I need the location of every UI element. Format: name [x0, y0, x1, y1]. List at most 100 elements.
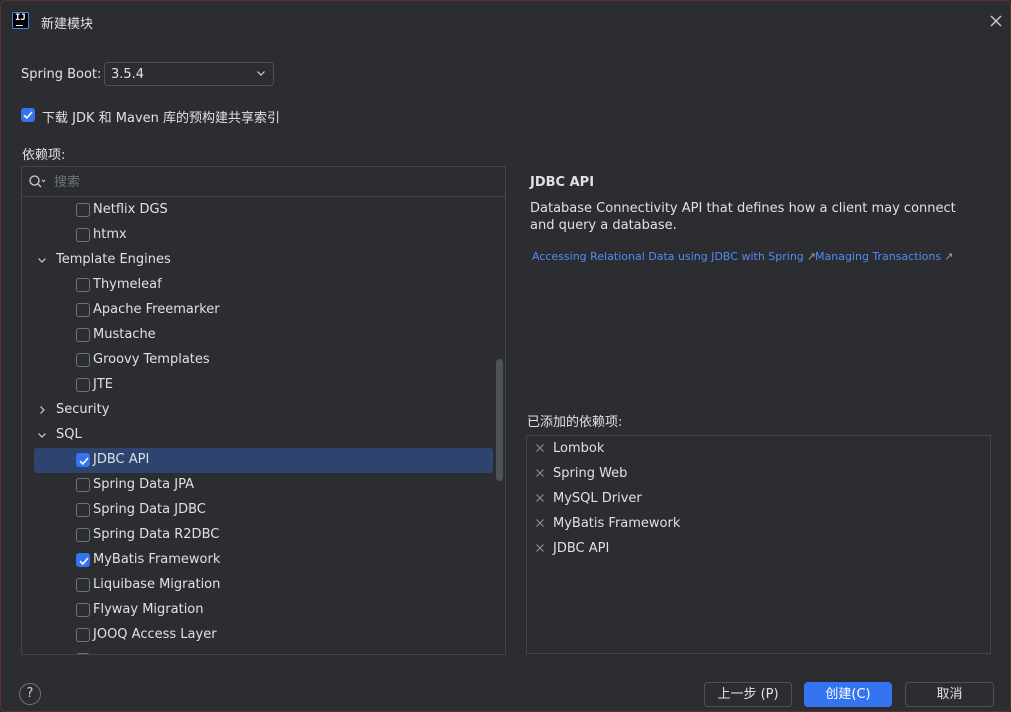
checkbox[interactable]: [76, 578, 90, 592]
tree-group-label: Template Engines: [56, 252, 171, 267]
remove-icon[interactable]: [535, 468, 545, 478]
tree-item-jte[interactable]: JTE: [22, 373, 505, 398]
added-item-mysql-driver: MySQL Driver: [527, 487, 990, 512]
previous-button[interactable]: 上一步 (P): [704, 682, 792, 707]
added-dependencies-list: Lombok Spring Web MySQL Driver MyBatis F…: [526, 435, 991, 654]
download-index-label[interactable]: 下载 JDK 和 Maven 库的预构建共享索引: [42, 107, 280, 126]
close-button[interactable]: [985, 10, 1007, 32]
link-label: Accessing Relational Data using JDBC wit…: [532, 250, 804, 263]
tree-item-label: htmx: [93, 227, 127, 242]
tree-scrollbar-thumb[interactable]: [496, 359, 503, 481]
search-icon[interactable]: [28, 174, 46, 190]
tree-item-label: MyBatis Framework: [93, 552, 221, 567]
tree-item-spring-data-jpa[interactable]: Spring Data JPA: [22, 473, 505, 498]
checkbox[interactable]: [76, 353, 90, 367]
checkbox[interactable]: [76, 528, 90, 542]
checkbox[interactable]: [76, 503, 90, 517]
added-item-label: MyBatis Framework: [553, 516, 681, 531]
tree-item-label: Liquibase Migration: [93, 577, 221, 592]
checkbox[interactable]: [76, 203, 90, 217]
added-item-lombok: Lombok: [527, 437, 990, 462]
help-button[interactable]: ?: [19, 683, 41, 705]
checkbox[interactable]: [76, 328, 90, 342]
checkbox[interactable]: [76, 453, 90, 467]
cancel-button[interactable]: 取消: [905, 682, 994, 707]
tree-group-template-engines[interactable]: Template Engines: [22, 248, 505, 273]
dependencies-tree: Netflix DGS htmx Template Engines Thymel…: [22, 198, 505, 654]
checkbox[interactable]: [76, 628, 90, 642]
tree-item-flyway-migration[interactable]: Flyway Migration: [22, 598, 505, 623]
added-item-mybatis-framework: MyBatis Framework: [527, 512, 990, 537]
download-index-checkbox[interactable]: [21, 108, 35, 122]
checkbox[interactable]: [76, 553, 90, 567]
app-icon-text: IJ: [15, 13, 26, 23]
added-dependencies-label: 已添加的依赖项:: [527, 415, 623, 430]
tree-item-mybatis-framework[interactable]: MyBatis Framework: [22, 548, 505, 573]
checkmark-icon: [79, 557, 89, 566]
tree-item-netflix-dgs[interactable]: Netflix DGS: [22, 198, 505, 223]
tree-item-htmx[interactable]: htmx: [22, 223, 505, 248]
dependency-search-input[interactable]: [54, 172, 494, 192]
tree-item-label: JDBC API: [93, 452, 150, 467]
tree-item-label: JTE: [93, 377, 113, 392]
tree-item-label: JOOQ Access Layer: [93, 627, 217, 642]
link-accessing-relational-data[interactable]: Accessing Relational Data using JDBC wit…: [532, 250, 816, 263]
link-label: Managing Transactions: [815, 250, 942, 263]
added-item-spring-web: Spring Web: [527, 462, 990, 487]
create-button[interactable]: 创建(C): [804, 682, 892, 707]
tree-group-security[interactable]: Security: [22, 398, 505, 423]
tree-item-label: Spring Data JPA: [93, 477, 194, 492]
dependencies-label: 依赖项:: [22, 148, 66, 163]
checkbox[interactable]: [76, 278, 90, 292]
tree-item-jooq-access-layer[interactable]: JOOQ Access Layer: [22, 623, 505, 648]
search-row: [22, 167, 505, 197]
tree-item-apache-freemarker[interactable]: Apache Freemarker: [22, 298, 505, 323]
checkmark-icon: [23, 111, 33, 120]
tree-group-label: SQL: [56, 427, 82, 442]
tree-item-groovy-templates[interactable]: Groovy Templates: [22, 348, 505, 373]
chevron-down-icon[interactable]: [36, 429, 48, 441]
dialog-title: 新建模块: [41, 17, 94, 32]
detail-description: Database Connectivity API that defines h…: [530, 201, 956, 233]
tree-item-spring-data-r2dbc[interactable]: Spring Data R2DBC: [22, 523, 505, 548]
tree-item-partial[interactable]: [22, 648, 505, 654]
chevron-right-icon[interactable]: [36, 404, 48, 416]
remove-icon[interactable]: [535, 518, 545, 528]
remove-icon[interactable]: [535, 493, 545, 503]
added-item-label: JDBC API: [553, 541, 610, 556]
dependencies-tree-panel: Netflix DGS htmx Template Engines Thymel…: [21, 166, 506, 655]
checkmark-icon: [79, 457, 89, 466]
tree-item-spring-data-jdbc[interactable]: Spring Data JDBC: [22, 498, 505, 523]
tree-group-sql[interactable]: SQL: [22, 423, 505, 448]
checkbox[interactable]: [76, 228, 90, 242]
spring-boot-label: Spring Boot:: [21, 67, 102, 82]
tree-item-liquibase-migration[interactable]: Liquibase Migration: [22, 573, 505, 598]
checkbox[interactable]: [76, 603, 90, 617]
added-item-label: Lombok: [553, 441, 605, 456]
checkbox[interactable]: [76, 378, 90, 392]
link-managing-transactions[interactable]: Managing Transactions ↗: [815, 250, 953, 263]
tree-item-label: Mustache: [93, 327, 156, 342]
remove-icon[interactable]: [535, 543, 545, 553]
tree-item-label: Netflix DGS: [93, 202, 168, 217]
tree-item-jdbc-api[interactable]: JDBC API: [34, 448, 493, 473]
detail-title: JDBC API: [530, 175, 595, 190]
close-icon: [990, 15, 1002, 27]
tree-item-thymeleaf[interactable]: Thymeleaf: [22, 273, 505, 298]
external-link-icon: ↗: [944, 250, 954, 263]
tree-item-label: Spring Data R2DBC: [93, 527, 220, 542]
added-item-label: MySQL Driver: [553, 491, 642, 506]
spring-boot-version-select[interactable]: 3.5.4: [104, 62, 274, 86]
checkbox[interactable]: [76, 478, 90, 492]
chevron-down-icon: [257, 71, 265, 76]
tree-item-label: Thymeleaf: [93, 277, 162, 292]
title-bar: IJ 新建模块: [1, 1, 1010, 41]
spring-boot-version-value: 3.5.4: [111, 67, 145, 82]
checkbox[interactable]: [76, 303, 90, 317]
checkbox[interactable]: [76, 653, 90, 654]
tree-group-label: Security: [56, 402, 110, 417]
added-item-label: Spring Web: [553, 466, 628, 481]
tree-item-mustache[interactable]: Mustache: [22, 323, 505, 348]
chevron-down-icon[interactable]: [36, 254, 48, 266]
remove-icon[interactable]: [535, 443, 545, 453]
